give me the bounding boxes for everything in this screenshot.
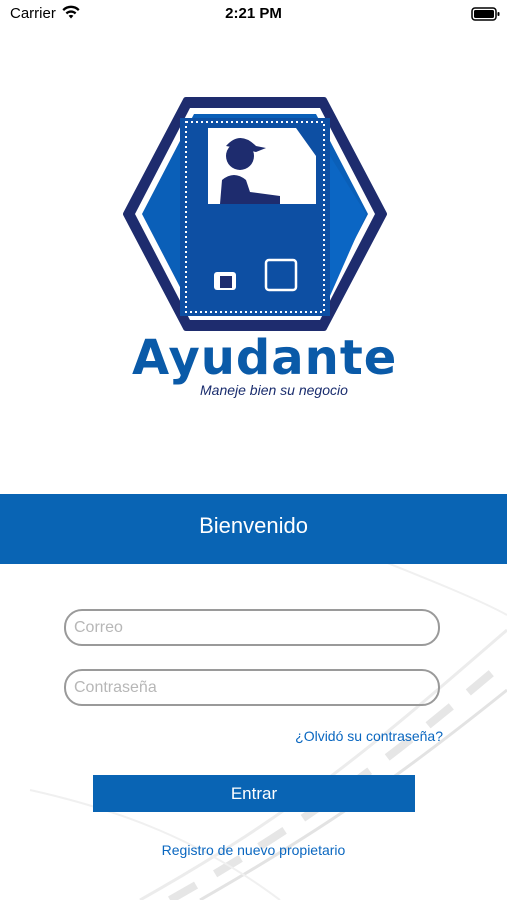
email-field[interactable] xyxy=(64,609,440,646)
login-screen: Carrier 2:21 PM Ayudante Maneje bien su … xyxy=(0,0,507,900)
login-button[interactable]: Entrar xyxy=(93,775,415,812)
battery-icon xyxy=(471,7,500,21)
status-bar: Carrier 2:21 PM xyxy=(0,0,507,30)
welcome-title: Bienvenido xyxy=(199,513,308,538)
register-owner-link[interactable]: Registro de nuevo propietario xyxy=(0,842,507,858)
forgot-password-link[interactable]: ¿Olvidó su contraseña? xyxy=(270,728,443,744)
status-time: 2:21 PM xyxy=(225,5,282,22)
brand-name: Ayudante xyxy=(132,330,398,386)
brand-tagline: Maneje bien su negocio xyxy=(200,382,348,398)
welcome-banner: Bienvenido xyxy=(0,494,507,564)
password-field[interactable] xyxy=(64,669,440,706)
